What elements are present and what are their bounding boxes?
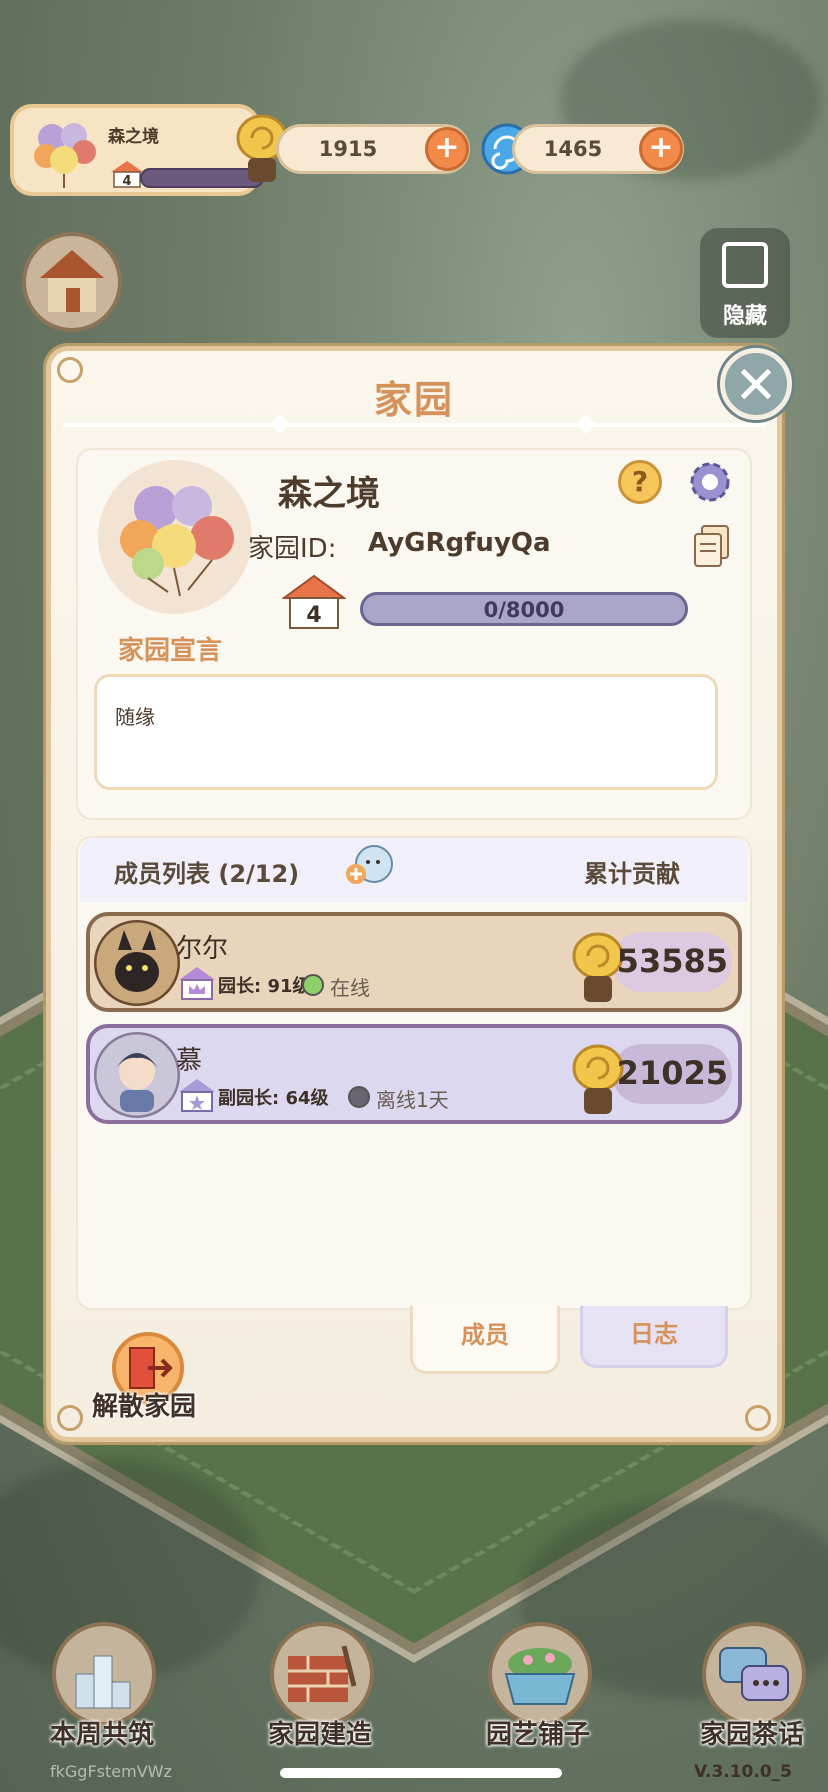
member-avatar: [94, 1032, 180, 1118]
garden-id-label: 家园ID:: [248, 534, 337, 564]
nav-garden-build[interactable]: 家园建造: [260, 1622, 380, 1762]
invite-member-icon[interactable]: [344, 844, 394, 888]
chat-bubbles-icon: [719, 1647, 789, 1701]
nav-garden-chat[interactable]: 家园茶话: [692, 1622, 812, 1762]
member-contribution: 21025: [616, 1054, 728, 1092]
title-divider: [63, 414, 765, 434]
garden-exp-progress: 0/8000: [360, 592, 688, 626]
return-home-button[interactable]: [22, 232, 122, 332]
offline-status-dot: [348, 1086, 370, 1108]
tab-log[interactable]: 日志: [580, 1306, 728, 1368]
nav-label: 本周共筑: [49, 1720, 154, 1750]
member-avatar: [94, 920, 180, 1006]
nav-label: 家园建造: [267, 1720, 372, 1750]
balloon-avatar-icon: [34, 123, 96, 188]
online-status-dot: [302, 974, 324, 996]
garden-name: 森之境: [108, 127, 159, 147]
garden-avatar-balloons-icon: [98, 460, 252, 614]
hide-ui-button[interactable]: 隐藏: [700, 228, 790, 338]
vice-owner-star-icon: [179, 1079, 215, 1112]
fullscreen-icon: [722, 242, 768, 288]
garden-id-value: AyGRgfuyQa: [368, 528, 551, 558]
garden-info-button[interactable]: 森之境 4: [10, 104, 264, 196]
spiral-gem-counter: 1465 +: [512, 124, 684, 174]
version-text: V.3.10.0_5: [694, 1762, 792, 1782]
members-title: 成员列表 (2/12): [114, 860, 300, 888]
declaration-label: 家园宣言: [118, 636, 223, 666]
house-icon: [40, 250, 104, 312]
nav-weekly-build[interactable]: 本周共筑: [42, 1622, 162, 1762]
garden-name-title: 森之境: [278, 474, 380, 514]
member-role: 副园长: 64级: [218, 1088, 329, 1109]
podium-icon: [75, 1655, 131, 1709]
close-button[interactable]: ✕: [720, 348, 792, 420]
nav-label: 家园茶话: [699, 1720, 804, 1750]
copy-id-icon[interactable]: [692, 524, 732, 570]
gear-icon[interactable]: [686, 458, 734, 506]
bricks-icon: [288, 1645, 357, 1702]
declaration-field[interactable]: 随缘: [94, 674, 718, 790]
level-house-icon: 4: [111, 161, 143, 188]
member-status: 离线1天: [376, 1088, 449, 1112]
member-name: 慕: [176, 1046, 203, 1076]
player-uid-text: fkGgFstemVWz: [50, 1762, 172, 1781]
flower-basket-icon: [504, 1648, 576, 1705]
member-contribution: 53585: [616, 942, 728, 980]
member-row[interactable]: 尔尔 园长: 91级 在线 53585: [86, 912, 742, 1012]
garden-level-badge: 4: [282, 574, 346, 629]
tab-members[interactable]: 成员: [410, 1306, 560, 1374]
member-role: 园长: 91级: [218, 976, 311, 997]
nav-label: 园艺铺子: [485, 1720, 590, 1750]
member-row[interactable]: 慕 副园长: 64级 离线1天 21025: [86, 1024, 742, 1124]
svg-text:4: 4: [122, 174, 131, 188]
member-name: 尔尔: [176, 934, 229, 964]
disband-label[interactable]: 解散家园: [92, 1386, 196, 1423]
svg-text:4: 4: [306, 603, 321, 628]
add-coins-button[interactable]: +: [425, 127, 469, 171]
snail-coin-counter: 1915 +: [276, 124, 470, 174]
nav-garden-shop[interactable]: 园艺铺子: [478, 1622, 598, 1762]
panel-title: 家园: [373, 378, 454, 422]
declaration-text: 随缘: [115, 705, 155, 729]
contribution-header: 累计贡献: [584, 860, 680, 888]
member-status: 在线: [330, 976, 370, 1000]
owner-crown-icon: [179, 967, 215, 1000]
help-button[interactable]: ?: [618, 460, 662, 504]
add-gems-button[interactable]: +: [639, 127, 683, 171]
close-icon: ✕: [734, 356, 778, 416]
home-indicator[interactable]: [280, 1768, 562, 1778]
